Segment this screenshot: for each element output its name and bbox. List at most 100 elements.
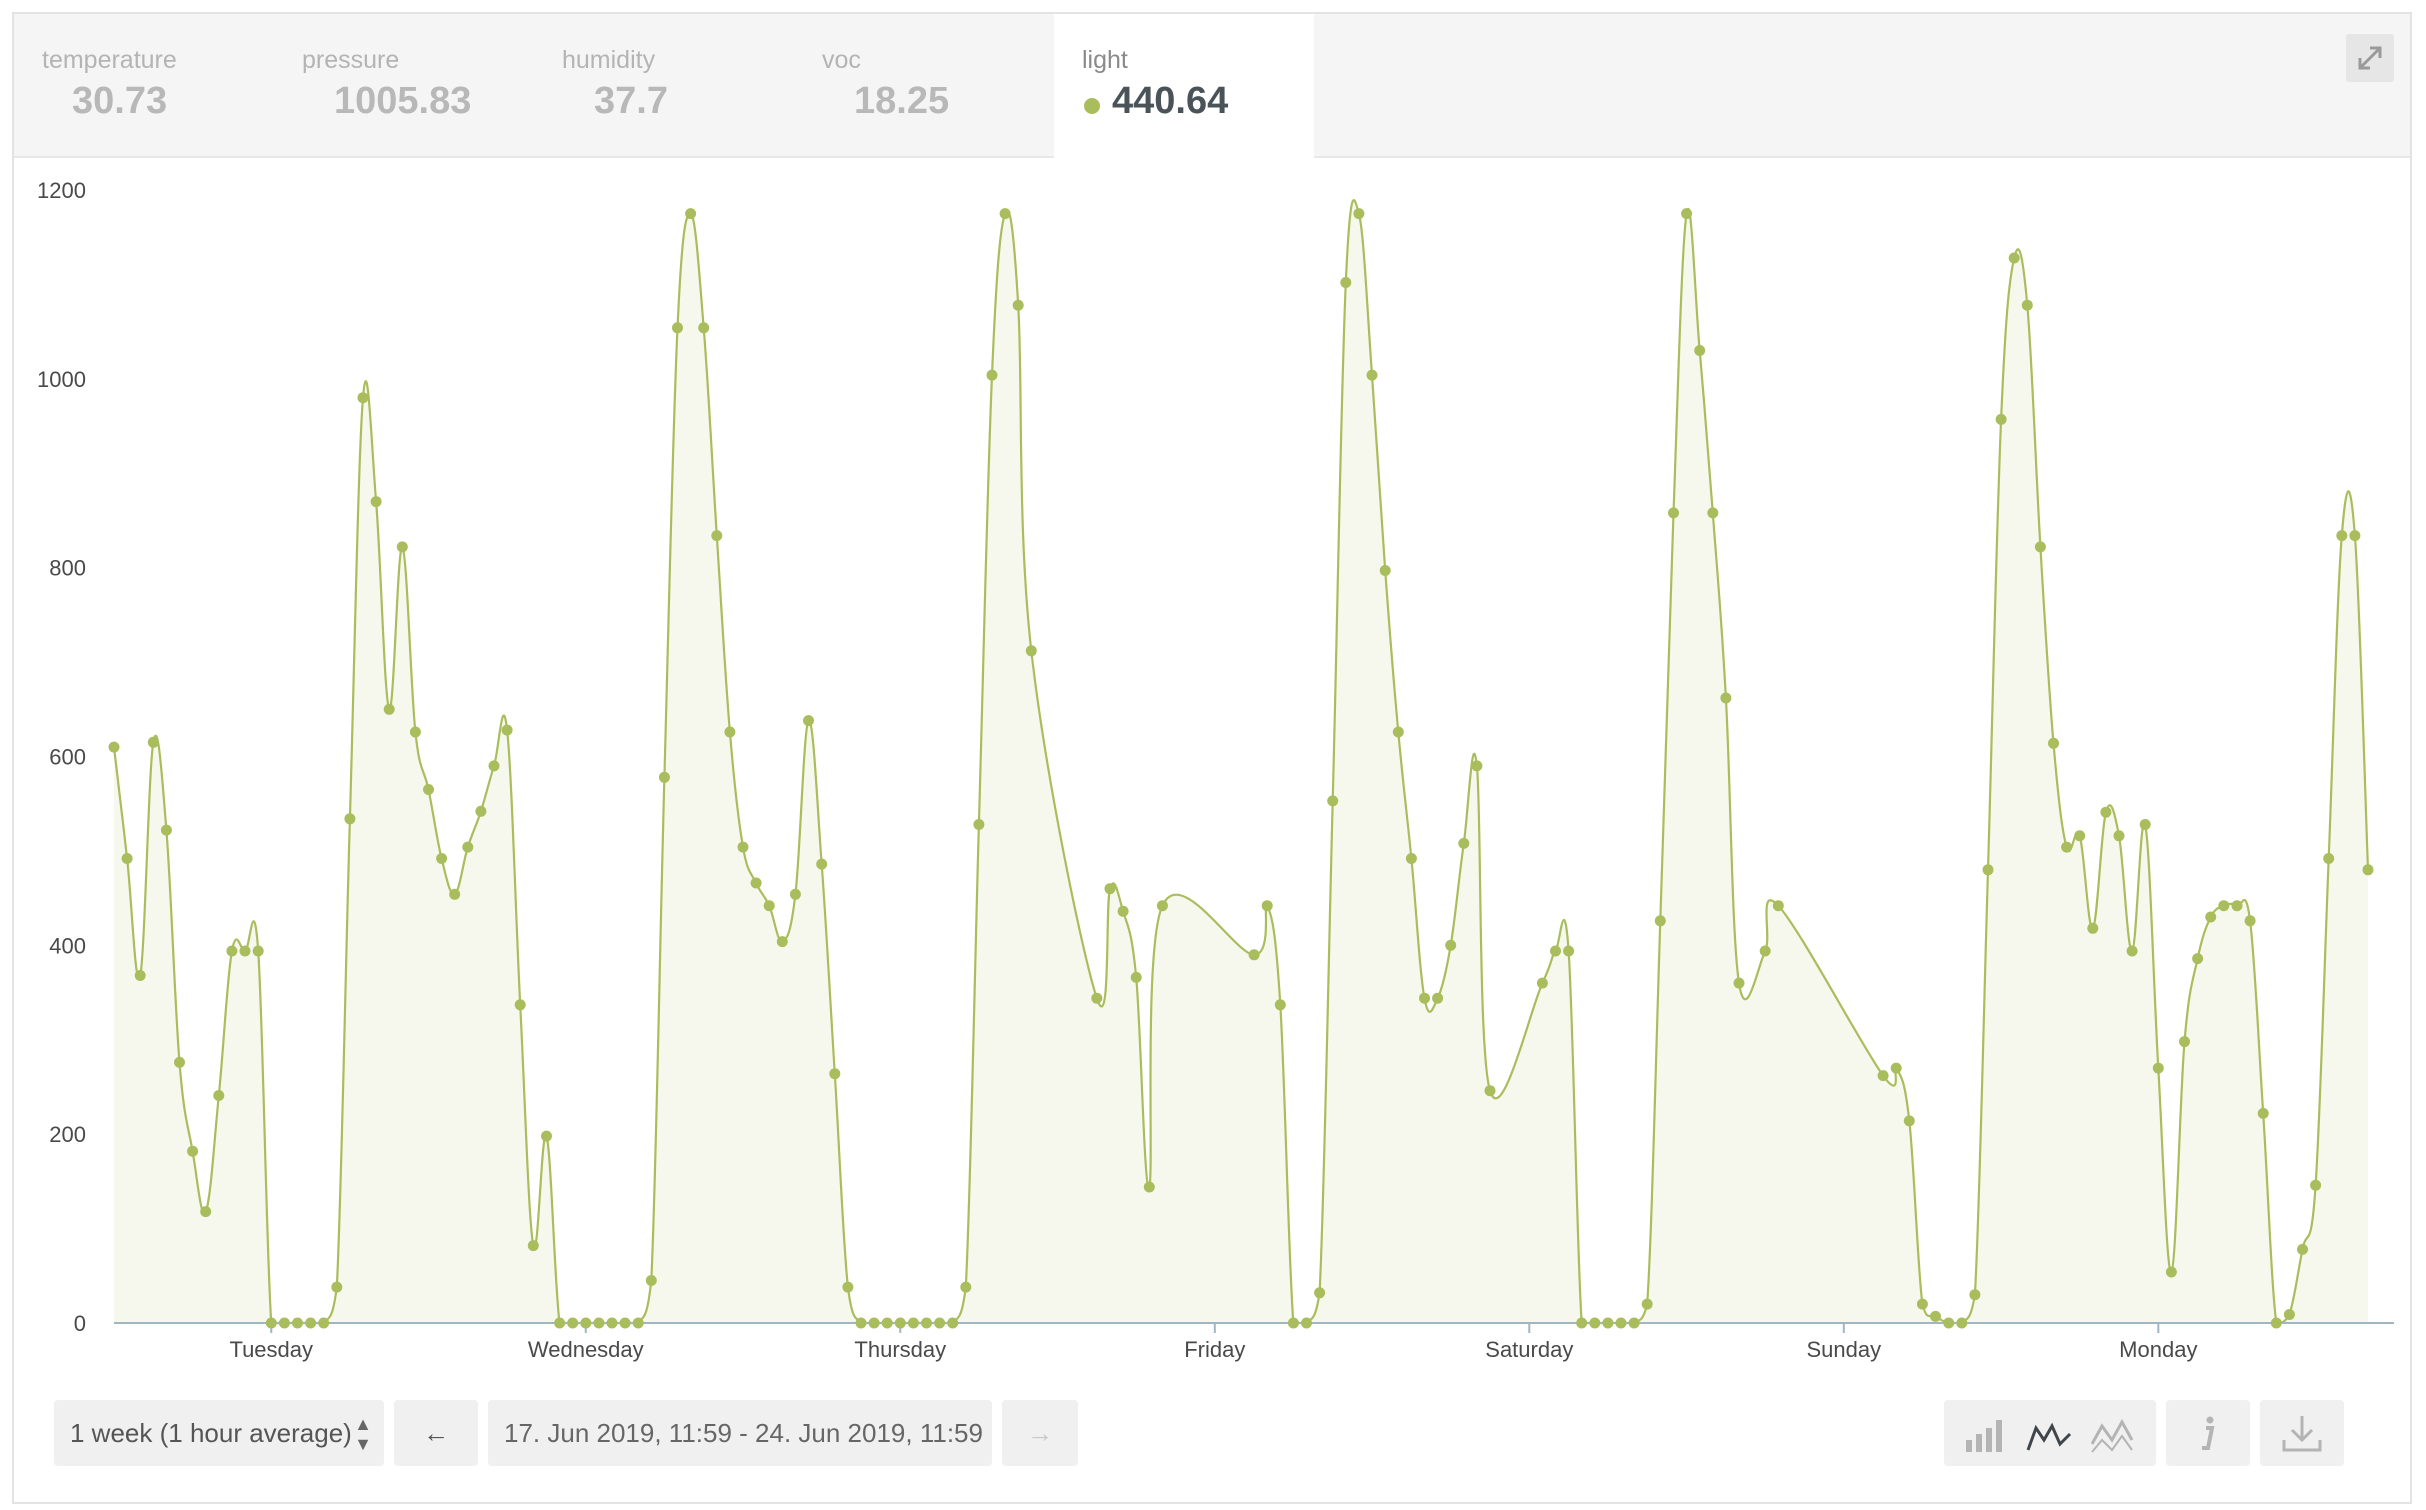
download-button[interactable] [2260, 1400, 2344, 1466]
data-point[interactable] [907, 1317, 919, 1329]
tab-pressure[interactable]: pressure 1005.83 [274, 14, 534, 156]
data-point[interactable] [501, 724, 513, 736]
data-point[interactable] [816, 858, 828, 870]
data-point[interactable] [1340, 277, 1352, 288]
previous-range-button[interactable]: ← [394, 1400, 478, 1466]
data-point[interactable] [423, 784, 434, 795]
data-point[interactable] [1405, 853, 1417, 864]
data-point[interactable] [252, 945, 264, 957]
data-point[interactable] [213, 1090, 225, 1101]
data-point[interactable] [2126, 945, 2138, 957]
tab-temperature[interactable]: temperature 30.73 [14, 14, 274, 156]
period-select[interactable]: 1 week (1 hour average) ▲ ▼ [54, 1400, 384, 1466]
data-point[interactable] [1314, 1287, 1326, 1299]
data-point[interactable] [1956, 1317, 1968, 1329]
data-point[interactable] [672, 322, 683, 334]
data-point[interactable] [1379, 565, 1391, 576]
data-point[interactable] [1641, 1298, 1653, 1310]
data-point[interactable] [1969, 1289, 1981, 1301]
data-point[interactable] [2100, 806, 2112, 818]
data-point[interactable] [685, 208, 697, 220]
data-point[interactable] [1471, 760, 1483, 772]
data-point[interactable] [1615, 1317, 1627, 1329]
data-point[interactable] [1759, 945, 1771, 957]
data-point[interactable] [2349, 530, 2361, 542]
tab-voc[interactable]: voc 18.25 [794, 14, 1054, 156]
data-point[interactable] [436, 853, 448, 864]
data-point[interactable] [1484, 1085, 1496, 1097]
data-point[interactable] [462, 841, 474, 853]
data-point[interactable] [580, 1317, 592, 1329]
data-point[interactable] [2336, 530, 2348, 542]
data-point[interactable] [1012, 299, 1024, 311]
data-point[interactable] [2323, 853, 2335, 864]
data-point[interactable] [147, 736, 159, 748]
data-point[interactable] [1943, 1317, 1955, 1329]
data-point[interactable] [1104, 883, 1116, 895]
data-point[interactable] [305, 1317, 317, 1329]
data-point[interactable] [2074, 830, 2086, 842]
data-point[interactable] [2362, 864, 2374, 876]
data-point[interactable] [174, 1056, 185, 1068]
date-range-display[interactable]: 17. Jun 2019, 11:59 - 24. Jun 2019, 11:5… [488, 1400, 992, 1466]
data-point[interactable] [1628, 1317, 1640, 1329]
data-point[interactable] [1877, 1070, 1889, 1082]
data-point[interactable] [2165, 1266, 2177, 1278]
data-point[interactable] [1091, 992, 1103, 1004]
data-point[interactable] [396, 541, 408, 553]
data-point[interactable] [632, 1317, 644, 1329]
data-point[interactable] [292, 1317, 303, 1329]
data-point[interactable] [868, 1317, 880, 1329]
data-point[interactable] [1327, 795, 1339, 807]
data-point[interactable] [1353, 208, 1365, 220]
line-chart-icon[interactable] [2026, 1422, 2072, 1451]
data-point[interactable] [1681, 208, 1693, 220]
data-point[interactable] [1366, 369, 1378, 381]
data-point[interactable] [855, 1317, 867, 1329]
data-point[interactable] [1025, 645, 1037, 657]
data-point[interactable] [724, 726, 736, 738]
data-point[interactable] [121, 853, 133, 864]
data-point[interactable] [514, 999, 526, 1011]
data-point[interactable] [999, 208, 1011, 220]
data-point[interactable] [554, 1317, 566, 1329]
data-point[interactable] [1668, 507, 1679, 519]
data-point[interactable] [1156, 900, 1168, 912]
data-point[interactable] [357, 392, 369, 404]
data-point[interactable] [475, 805, 487, 817]
data-point[interactable] [1458, 837, 1470, 849]
data-point[interactable] [1117, 905, 1129, 917]
data-point[interactable] [960, 1281, 972, 1293]
data-point[interactable] [842, 1281, 854, 1293]
data-point[interactable] [187, 1145, 199, 1157]
data-point[interactable] [711, 530, 723, 542]
data-point[interactable] [1589, 1317, 1601, 1329]
data-point[interactable] [1733, 977, 1745, 989]
data-point[interactable] [1563, 945, 1575, 957]
data-point[interactable] [2297, 1243, 2308, 1255]
data-point[interactable] [2034, 541, 2046, 553]
data-point[interactable] [658, 771, 670, 783]
data-point[interactable] [331, 1281, 343, 1293]
bar-chart-icon[interactable] [1966, 1420, 2002, 1452]
tab-light[interactable]: light 440.64 [1054, 14, 1314, 158]
data-point[interactable] [318, 1317, 330, 1329]
data-point[interactable] [2310, 1179, 2322, 1191]
data-point[interactable] [1419, 992, 1430, 1004]
data-point[interactable] [2218, 900, 2230, 912]
data-point[interactable] [1274, 999, 1286, 1011]
data-point[interactable] [1720, 692, 1732, 704]
data-point[interactable] [1248, 949, 1260, 961]
data-point[interactable] [1916, 1298, 1928, 1310]
data-point[interactable] [619, 1317, 631, 1329]
data-point[interactable] [2048, 737, 2059, 749]
data-point[interactable] [370, 496, 382, 508]
data-point[interactable] [1261, 900, 1273, 912]
data-point[interactable] [2061, 841, 2073, 853]
data-point[interactable] [2113, 830, 2125, 842]
data-point[interactable] [1995, 413, 2007, 425]
data-point[interactable] [2270, 1317, 2282, 1329]
data-point[interactable] [344, 813, 356, 825]
data-point[interactable] [567, 1317, 579, 1329]
tab-humidity[interactable]: humidity 37.7 [534, 14, 794, 156]
